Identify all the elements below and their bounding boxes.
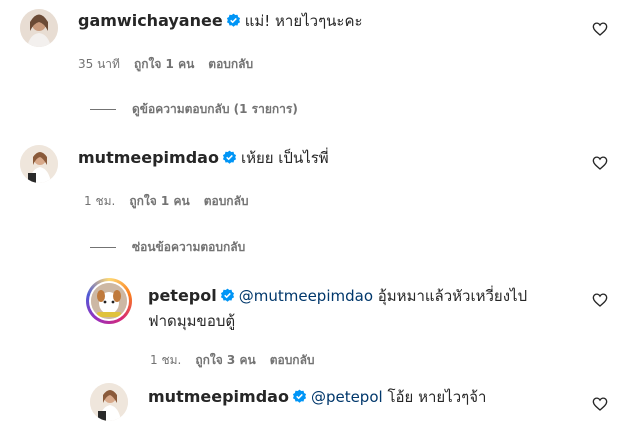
reply-button[interactable]: ตอบกลับ xyxy=(270,353,315,367)
reply-text: อุ้มหมาแล้วหัวเหวี่ยงไป xyxy=(377,287,528,305)
avatar[interactable] xyxy=(20,145,58,183)
reply-line-2: ฟาดมุมขอบตู้ xyxy=(148,311,235,331)
username[interactable]: gamwichayanee xyxy=(78,11,223,30)
comment-text: แม่! หายไวๆนะคะ xyxy=(244,12,363,30)
heart-outline-icon[interactable] xyxy=(592,155,608,171)
hide-replies-button[interactable]: ซ่อนข้อความตอบกลับ xyxy=(90,238,245,257)
avatar-story-ring[interactable] xyxy=(86,278,132,324)
comment-meta: 1 ชม. ถูกใจ 1 คน ตอบกลับ xyxy=(84,192,263,211)
avatar xyxy=(91,283,127,319)
reply-meta: 1 ชม. ถูกใจ 3 คน ตอบกลับ xyxy=(150,351,329,370)
username[interactable]: petepol xyxy=(148,286,217,305)
reply-button[interactable]: ตอบกลับ xyxy=(204,194,249,208)
heart-outline-icon[interactable] xyxy=(592,21,608,37)
divider-line xyxy=(90,109,116,110)
timestamp[interactable]: 1 ชม. xyxy=(150,353,181,367)
avatar[interactable] xyxy=(90,383,128,421)
heart-outline-icon[interactable] xyxy=(592,396,608,412)
timestamp[interactable]: 35 นาที xyxy=(78,57,120,71)
reply-line-1: petepol @mutmeepimdao อุ้มหมาแล้วหัวเหวี่… xyxy=(148,286,527,306)
reply-line: mutmeepimdao @petepol โอ้ย หายไวๆจ้า xyxy=(148,387,486,407)
reply-text: โอ้ย หายไวๆจ้า xyxy=(387,388,487,406)
reply-button[interactable]: ตอบกลับ xyxy=(208,57,253,71)
hide-replies-label: ซ่อนข้อความตอบกลับ xyxy=(132,240,246,254)
username[interactable]: mutmeepimdao xyxy=(148,387,289,406)
divider-line xyxy=(90,247,116,248)
likes-count[interactable]: ถูกใจ 3 คน xyxy=(195,353,255,367)
verified-badge-icon xyxy=(226,13,241,28)
mention-link[interactable]: @petepol xyxy=(311,388,383,406)
likes-count[interactable]: ถูกใจ 1 คน xyxy=(129,194,189,208)
username[interactable]: mutmeepimdao xyxy=(78,148,219,167)
mention-link[interactable]: @mutmeepimdao xyxy=(239,287,373,305)
comment-text: เห้ยย เป็นไรพี่ xyxy=(240,149,329,167)
avatar[interactable] xyxy=(20,9,58,47)
view-replies-label: ดูข้อความตอบกลับ (1 รายการ) xyxy=(132,102,298,116)
verified-badge-icon xyxy=(292,389,307,404)
comment-meta: 35 นาที ถูกใจ 1 คน ตอบกลับ xyxy=(78,55,267,74)
verified-badge-icon xyxy=(222,150,237,165)
comment-line: mutmeepimdao เห้ยย เป็นไรพี่ xyxy=(78,148,329,168)
reply-text-continued: ฟาดมุมขอบตู้ xyxy=(148,312,236,330)
likes-count[interactable]: ถูกใจ 1 คน xyxy=(134,57,194,71)
view-replies-button[interactable]: ดูข้อความตอบกลับ (1 รายการ) xyxy=(90,100,298,119)
avatar-ring-gap xyxy=(89,281,129,321)
verified-badge-icon xyxy=(220,288,235,303)
heart-outline-icon[interactable] xyxy=(592,292,608,308)
timestamp[interactable]: 1 ชม. xyxy=(84,194,115,208)
comment-line: gamwichayanee แม่! หายไวๆนะคะ xyxy=(78,11,363,31)
